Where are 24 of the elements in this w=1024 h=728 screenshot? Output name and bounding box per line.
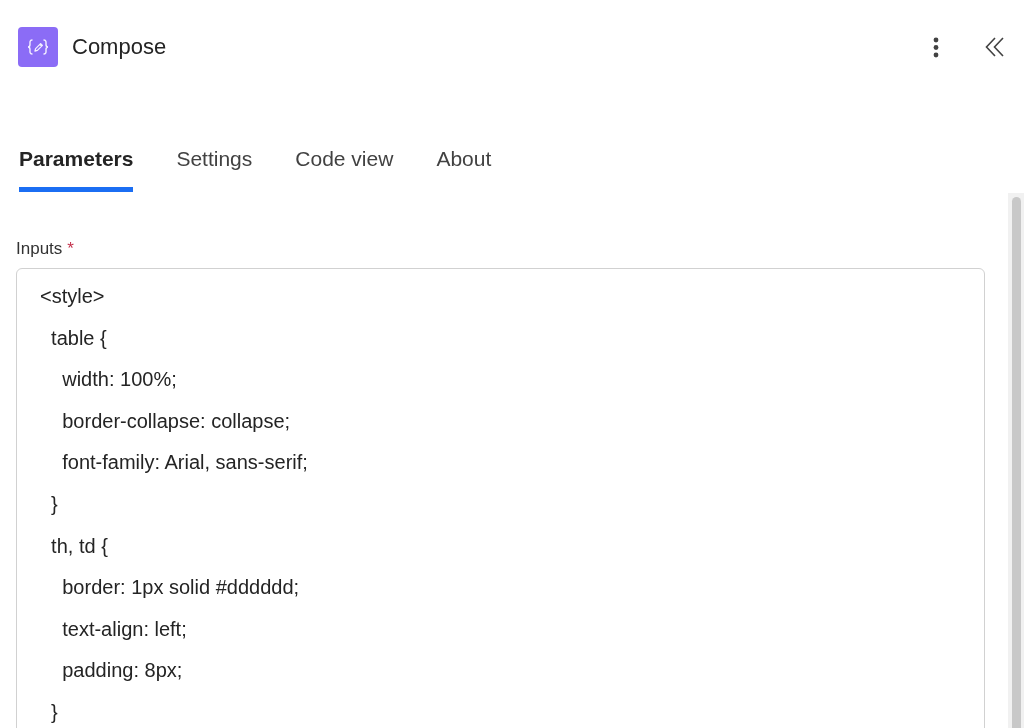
- code-line: font-family: Arial, sans-serif;: [61, 450, 308, 476]
- code-line: text-align: left;: [61, 616, 187, 642]
- code-line: width: 100%;: [61, 367, 177, 393]
- tab[interactable]: Code view: [295, 145, 394, 192]
- inputs-field[interactable]: <style> table { width: 100%; border-collapse: collapse; font-family: Arial, sans-serif; } th, td { border: 1px solid #dddddd; text-align: left; padding: 8px; }: [16, 268, 985, 728]
- code-line: padding: 8px;: [61, 658, 183, 684]
- code-line: border-collapse: collapse;: [61, 408, 291, 434]
- code-line: }: [50, 699, 58, 725]
- collapse-button[interactable]: [985, 37, 1004, 57]
- code-line: table {: [50, 325, 107, 351]
- compose-icon: [18, 27, 58, 67]
- tab[interactable]: Settings: [176, 145, 253, 192]
- code-line: th, td {: [50, 533, 108, 559]
- code-line: border: 1px solid #dddddd;: [61, 575, 300, 601]
- code-line: <style>: [40, 284, 105, 309]
- tab[interactable]: About: [436, 145, 492, 192]
- panel-title: Compose: [72, 34, 167, 60]
- more-options-button[interactable]: [933, 36, 939, 58]
- field-label: Inputs: [16, 238, 63, 260]
- scrollbar-thumb[interactable]: [1012, 197, 1021, 728]
- double-chevron-left-icon: [985, 37, 1004, 57]
- more-options-icon: [933, 36, 939, 58]
- required-mark: *: [67, 238, 74, 260]
- code-line: }: [50, 491, 58, 517]
